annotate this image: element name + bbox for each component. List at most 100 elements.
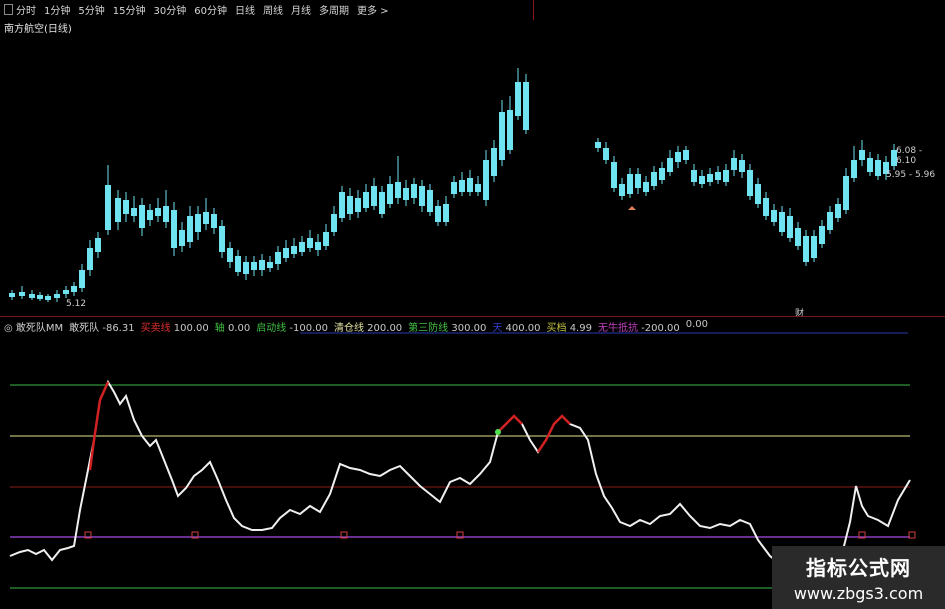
candle-body (307, 238, 313, 248)
candle-body (427, 190, 433, 212)
signal-segment (536, 414, 571, 453)
chart-canvas (9, 68, 916, 589)
marker-arrow (628, 206, 636, 210)
candle-body (755, 184, 761, 204)
candle-body (9, 293, 15, 297)
signal-dot (495, 429, 501, 435)
candle-body (651, 172, 657, 186)
candle-body (771, 210, 777, 222)
signal-segment (88, 381, 110, 471)
candle-body (611, 162, 617, 188)
indicator-item: 买卖线 100.00 (140, 323, 209, 334)
watermark: 指标公式网 www.zbgs3.com (772, 546, 945, 609)
candle-body (79, 270, 85, 288)
candle-body (243, 262, 249, 274)
indicator-item: 天 400.00 (492, 323, 541, 334)
candle-body (105, 185, 111, 230)
indicator-item: 无牛抵抗 -200.00 (597, 323, 680, 334)
candle-body (267, 262, 273, 268)
candle-body (163, 206, 169, 222)
candle-body (499, 112, 505, 160)
indicator-line (9, 379, 911, 570)
candle-body (667, 158, 673, 172)
candle-body (203, 212, 209, 224)
candle-body (139, 205, 145, 228)
candle-body (251, 262, 257, 270)
candle-body (299, 242, 305, 252)
candle-body (507, 110, 513, 150)
candle-body (63, 290, 69, 294)
candle-body (131, 208, 137, 216)
indicator-item: 轴 0.00 (214, 323, 251, 334)
candle-body (859, 150, 865, 160)
candle-body (491, 148, 497, 176)
signal-segment (497, 414, 523, 433)
candle-body (259, 260, 265, 270)
indicator-name[interactable]: ◎ 敢死队MM (4, 319, 63, 334)
candle-body (643, 182, 649, 192)
candle-body (867, 158, 873, 172)
candle-body (219, 226, 225, 252)
candle-body (731, 158, 737, 170)
candle-body (467, 178, 473, 192)
candle-body (795, 228, 801, 246)
candle-body (747, 170, 753, 196)
indicator-item: 启动线 -100.00 (256, 323, 328, 334)
candle-body (227, 248, 233, 262)
candle-body (627, 174, 633, 194)
candle-body (339, 192, 345, 218)
candle-body (523, 82, 529, 130)
candle-body (723, 170, 729, 182)
candle-body (699, 176, 705, 184)
candle-body (275, 252, 281, 264)
candle-body (315, 242, 321, 250)
candle-body (115, 198, 121, 222)
candle-body (171, 210, 177, 248)
finance-marker[interactable]: 财 (795, 306, 804, 319)
bid-label: 6.08 - 6.10 (896, 146, 923, 166)
watermark-cn: 指标公式网 (806, 556, 911, 580)
candle-body (851, 160, 857, 178)
indicator-item: 买档 4.99 (546, 323, 592, 334)
candle-body (411, 184, 417, 198)
candle-body (659, 168, 665, 180)
candle-body (675, 152, 681, 162)
low-price-label: 5.12 (66, 299, 87, 309)
candle-body (371, 186, 377, 206)
candle-body (71, 286, 77, 292)
candlestick-chart (9, 68, 897, 302)
candle-body (363, 192, 369, 208)
candle-body (595, 142, 601, 148)
candle-body (459, 180, 465, 192)
candle-body (475, 184, 481, 192)
candle-body (379, 192, 385, 214)
indicator-item: 0.00 (685, 319, 709, 330)
candle-body (19, 292, 25, 296)
candle-body (147, 210, 153, 220)
candle-body (443, 204, 449, 222)
candle-body (37, 295, 43, 299)
candle-body (355, 198, 361, 212)
candle-body (691, 170, 697, 182)
candle-body (819, 226, 825, 244)
candle-body (435, 206, 441, 222)
candle-body (323, 232, 329, 246)
candle-body (179, 230, 185, 246)
candle-body (291, 246, 297, 254)
candle-body (195, 214, 201, 232)
candle-body (95, 238, 101, 252)
candle-body (87, 248, 93, 270)
candle-body (875, 160, 881, 176)
candle-body (155, 208, 161, 216)
candle-body (619, 184, 625, 196)
candle-body (835, 204, 841, 218)
candle-body (843, 176, 849, 210)
candle-body (331, 214, 337, 232)
candle-body (787, 216, 793, 238)
candle-body (715, 172, 721, 180)
candle-body (29, 294, 35, 298)
candle-body (483, 160, 489, 200)
candle-body (283, 248, 289, 258)
candle-body (803, 236, 809, 262)
candle-body (739, 160, 745, 172)
